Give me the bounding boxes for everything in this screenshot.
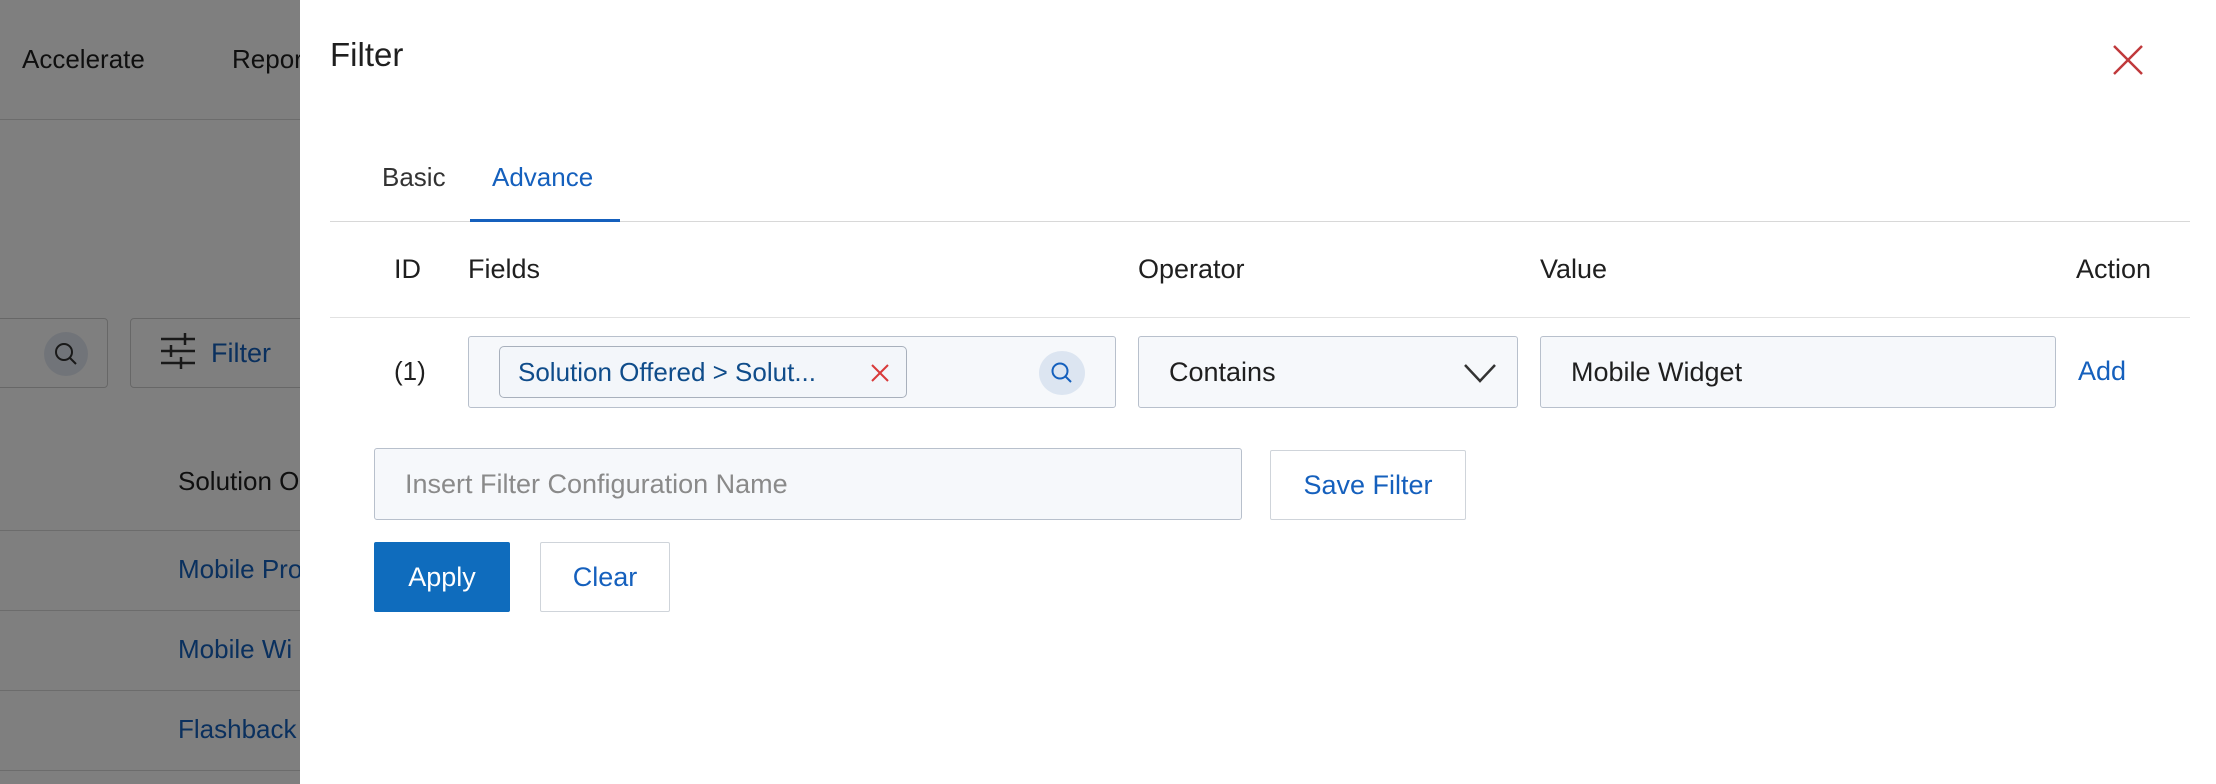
value-input[interactable] <box>1540 336 2056 408</box>
header-operator: Operator <box>1138 254 1245 284</box>
field-chip-label: Solution Offered > Solut... <box>518 356 816 387</box>
filter-tabs: Basic Advance <box>330 140 2190 222</box>
header-action: Action <box>2076 254 2152 284</box>
close-button[interactable] <box>2108 40 2148 80</box>
fields-selector[interactable]: Solution Offered > Solut... <box>468 336 1116 408</box>
row-id: (1) <box>394 356 426 386</box>
clear-button[interactable]: Clear <box>540 542 670 612</box>
save-filter-button[interactable]: Save Filter <box>1270 450 1466 520</box>
header-fields: Fields <box>468 254 541 284</box>
add-condition-link[interactable]: Add <box>2078 356 2126 387</box>
operator-select[interactable]: Contains <box>1138 336 1518 408</box>
filter-drawer: Filter Basic Advance ID Fields Operator … <box>300 0 2216 784</box>
operator-selected-value: Contains <box>1169 357 1276 387</box>
drawer-title: Filter <box>330 36 404 73</box>
tab-basic[interactable]: Basic <box>382 162 446 193</box>
filter-config-name-input[interactable] <box>374 448 1242 520</box>
tab-advance[interactable]: Advance <box>492 162 593 193</box>
close-icon <box>2113 45 2143 75</box>
search-icon <box>1051 362 1072 383</box>
fields-search-button[interactable] <box>1039 351 1085 395</box>
chevron-down-icon <box>1464 364 1496 383</box>
header-value: Value <box>1540 254 1608 284</box>
close-icon <box>871 364 889 382</box>
filter-table-header: ID Fields Operator Value Action <box>330 222 2190 318</box>
header-id: ID <box>394 254 421 284</box>
apply-button[interactable]: Apply <box>374 542 510 612</box>
field-chip: Solution Offered > Solut... <box>499 346 907 398</box>
chip-remove-button[interactable] <box>870 363 890 383</box>
